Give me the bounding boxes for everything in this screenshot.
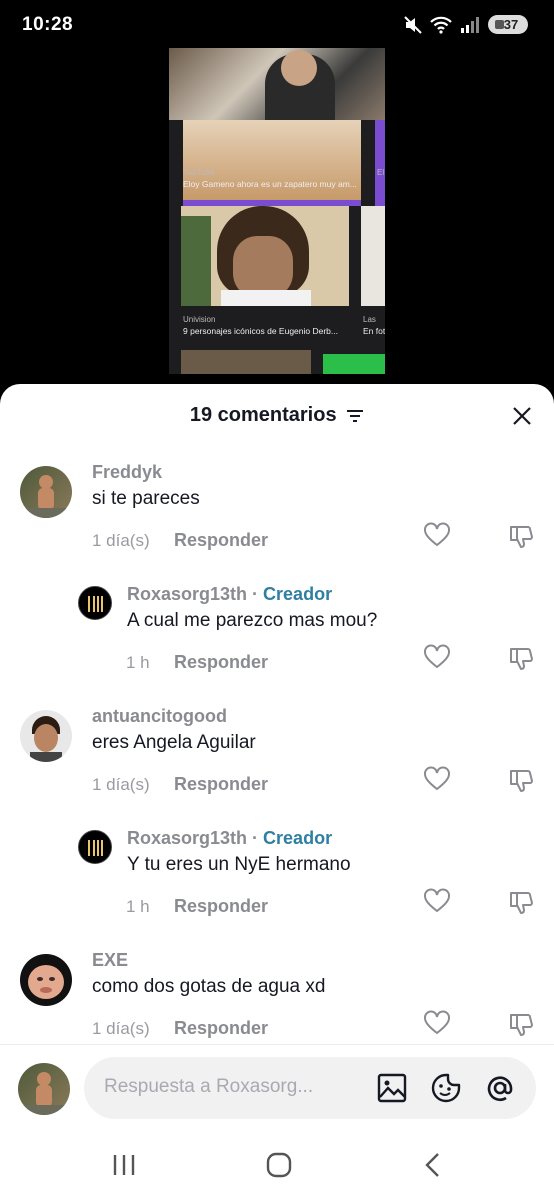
comment-username[interactable]: Freddyk xyxy=(92,462,162,483)
heart-icon[interactable] xyxy=(424,888,450,914)
screen: 10:28 37 YouTube Eloy Gameno ahora es un… xyxy=(0,0,554,1200)
status-icons: 37 xyxy=(404,15,528,34)
comment-time: 1 día(s) xyxy=(92,531,150,550)
comments-count: 19 comentarios xyxy=(189,404,337,426)
dislike-icon[interactable] xyxy=(508,890,534,916)
reply-button[interactable]: Responder xyxy=(174,896,268,917)
thumbnail-face xyxy=(233,236,293,298)
result-thumbnail-1 xyxy=(183,120,361,206)
avatar-image xyxy=(18,1072,70,1115)
result-source-1: YouTube xyxy=(183,168,215,177)
comment-text: Y tu eres un NyE hermano xyxy=(127,854,351,875)
status-time: 10:28 xyxy=(22,14,74,35)
comment-reply-item: Roxasorg13th · Creador Y tu eres un NyE … xyxy=(0,826,554,936)
avatar-image xyxy=(28,965,64,999)
comment-input-placeholder: Respuesta a Roxasorg... xyxy=(104,1076,314,1097)
dislike-icon[interactable] xyxy=(508,1012,534,1038)
avatar-image xyxy=(88,840,103,856)
reply-button[interactable]: Responder xyxy=(174,530,268,551)
comment-username-row: Roxasorg13th · Creador xyxy=(127,828,332,849)
mute-icon xyxy=(404,15,422,34)
comment-time: 1 h xyxy=(126,897,150,916)
result-source-2: Univision xyxy=(183,315,216,324)
comment-time: 1 h xyxy=(126,653,150,672)
creator-badge: Creador xyxy=(263,584,333,604)
heart-icon[interactable] xyxy=(424,644,450,670)
mention-icon[interactable] xyxy=(484,1072,516,1104)
heart-icon[interactable] xyxy=(424,522,450,548)
comment-text: A cual me parezco mas mou? xyxy=(127,610,378,631)
result-source-side-2: Las xyxy=(363,315,376,324)
comment-text: como dos gotas de agua xd xyxy=(92,976,326,997)
avatar-image xyxy=(20,475,72,518)
battery-indicator: 37 xyxy=(488,15,528,34)
dislike-icon[interactable] xyxy=(508,768,534,794)
video-player[interactable]: YouTube Eloy Gameno ahora es un zapatero… xyxy=(169,48,385,374)
comment-item: antuancitogood eres Angela Aguilar 1 día… xyxy=(0,704,554,814)
avatar-image xyxy=(30,716,62,762)
back-icon[interactable] xyxy=(418,1150,448,1180)
signal-icon xyxy=(461,16,479,33)
creator-badge: Creador xyxy=(263,828,333,848)
result-caption-2: 9 personajes icónicos de Eugenio Derb... xyxy=(183,326,338,336)
comment-input-bar: Respuesta a Roxasorg... xyxy=(0,1044,554,1134)
home-icon[interactable] xyxy=(264,1150,294,1180)
comment-text: si te pareces xyxy=(92,488,200,509)
comment-username-row: Roxasorg13th · Creador xyxy=(127,584,332,605)
thumbnail-shirt xyxy=(221,290,311,306)
reply-button[interactable]: Responder xyxy=(174,774,268,795)
avatar[interactable] xyxy=(20,954,72,1006)
reply-button[interactable]: Responder xyxy=(174,652,268,673)
result-caption-1: Eloy Gameno ahora es un zapatero muy am.… xyxy=(183,179,357,189)
dislike-icon[interactable] xyxy=(508,646,534,672)
comments-header: 19 comentarios xyxy=(0,384,554,446)
result-caption-side-2: En fot xyxy=(363,326,385,336)
comment-reply-item: Roxasorg13th · Creador A cual me parezco… xyxy=(0,582,554,692)
heart-icon[interactable] xyxy=(424,766,450,792)
webcam-face xyxy=(281,50,317,86)
result-thumbnail-3 xyxy=(181,350,311,374)
my-avatar[interactable] xyxy=(18,1063,70,1115)
status-bar: 10:28 37 xyxy=(0,0,554,52)
result-thumbnail-side-1 xyxy=(375,120,385,206)
heart-icon[interactable] xyxy=(424,1010,450,1036)
filter-icon[interactable] xyxy=(346,409,364,423)
result-thumbnail-side-3 xyxy=(323,354,385,374)
avatar[interactable] xyxy=(20,466,72,518)
avatar[interactable] xyxy=(78,830,112,864)
dislike-icon[interactable] xyxy=(508,524,534,550)
image-icon[interactable] xyxy=(376,1072,408,1104)
avatar[interactable] xyxy=(20,710,72,762)
comment-username[interactable]: Roxasorg13th xyxy=(127,584,247,604)
separator-dot: · xyxy=(247,828,264,848)
comment-input[interactable]: Respuesta a Roxasorg... xyxy=(84,1057,536,1119)
webcam-overlay xyxy=(169,48,385,120)
comment-username[interactable]: antuancitogood xyxy=(92,706,227,727)
comment-item: EXE como dos gotas de agua xd 1 día(s) R… xyxy=(0,948,554,1058)
thumbnail-plant xyxy=(181,216,211,306)
comment-username[interactable]: Roxasorg13th xyxy=(127,828,247,848)
wifi-icon xyxy=(430,16,452,34)
system-nav-bar xyxy=(0,1134,554,1200)
result-source-side-1: El xyxy=(377,168,385,177)
result-thumbnail-side-2 xyxy=(361,206,385,306)
recent-apps-icon[interactable] xyxy=(109,1150,139,1180)
result-thumbnail-2 xyxy=(181,206,349,306)
sticker-icon[interactable] xyxy=(430,1072,462,1104)
separator-dot: · xyxy=(247,584,264,604)
battery-level: 37 xyxy=(503,17,519,32)
avatar-image xyxy=(88,596,103,612)
avatar[interactable] xyxy=(78,586,112,620)
close-icon[interactable] xyxy=(510,404,534,428)
comment-item: Freddyk si te pareces 1 día(s) Responder xyxy=(0,460,554,570)
comments-title-row: 19 comentarios xyxy=(0,404,554,427)
reply-button[interactable]: Responder xyxy=(174,1018,268,1039)
comment-time: 1 día(s) xyxy=(92,1019,150,1038)
comment-username[interactable]: EXE xyxy=(92,950,128,971)
comment-text: eres Angela Aguilar xyxy=(92,732,256,753)
comment-time: 1 día(s) xyxy=(92,775,150,794)
